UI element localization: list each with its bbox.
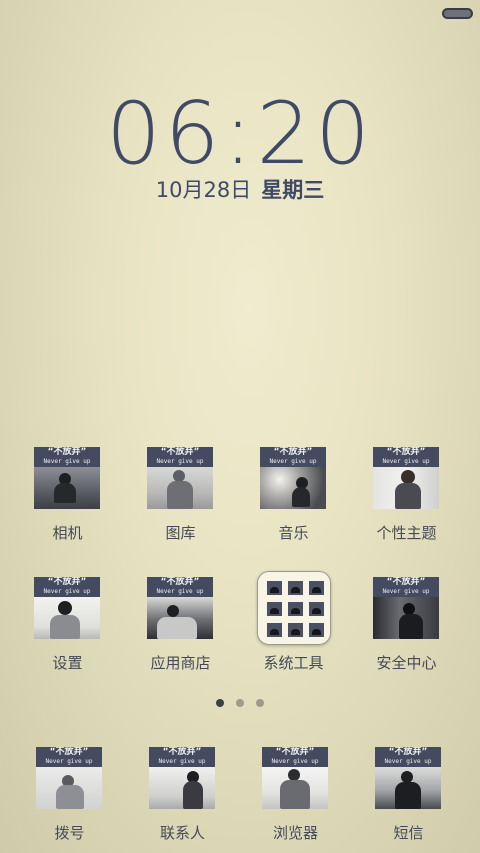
gallery-app-icon: “不放弃” Never give up [147,447,213,509]
app-label: 短信 [393,824,424,842]
app-label: 应用商店 [150,654,211,672]
app-label: 图库 [165,524,196,542]
banner-title: “不放弃” [386,577,426,587]
app-label: 联系人 [159,824,205,842]
camera-app-icon: “不放弃” Never give up [34,447,100,509]
date-row: 10月28日 星期三 [0,176,480,204]
dock-messages[interactable]: “不放弃” Never give up 短信 [352,747,465,853]
app-camera[interactable]: “不放弃” Never give up 相机 [11,447,124,557]
contacts-app-icon: “不放弃” Never give up [149,747,215,809]
app-label: 设置 [52,654,83,672]
banner-subtitle: Never give up [43,588,91,595]
banner-title: “不放弃” [160,447,200,457]
banner-subtitle: Never give up [271,758,319,765]
banner-subtitle: Never give up [158,758,206,765]
banner-title: “不放弃” [160,577,200,587]
app-label: 个性主题 [376,524,437,542]
app-gallery[interactable]: “不放弃” Never give up 图库 [124,447,237,557]
page-indicator [0,699,480,709]
settings-app-icon: “不放弃” Never give up [34,577,100,639]
app-themes[interactable]: “不放弃” Never give up 个性主题 [350,447,463,557]
app-store-icon: “不放弃” Never give up [147,577,213,639]
themes-app-icon: “不放弃” Never give up [373,447,439,509]
app-store[interactable]: “不放弃” Never give up 应用商店 [124,577,237,687]
app-system-tools[interactable]: 系统工具 [237,571,350,687]
page-dot[interactable] [216,699,224,707]
browser-app-icon: “不放弃” Never give up [262,747,328,809]
messages-app-icon: “不放弃” Never give up [375,747,441,809]
banner-title: “不放弃” [386,447,426,457]
banner-subtitle: Never give up [156,588,204,595]
banner-subtitle: Never give up [269,458,317,465]
system-tools-folder-icon [257,571,331,645]
banner-title: “不放弃” [47,447,87,457]
weekday-text: 星期三 [261,178,325,202]
app-security-center[interactable]: “不放弃” Never give up 安全中心 [350,577,463,687]
app-settings[interactable]: “不放弃” Never give up 设置 [11,577,124,687]
dock-contacts[interactable]: “不放弃” Never give up 联系人 [126,747,239,853]
clock-time: 06:20 [106,84,374,184]
page-dot[interactable] [256,699,264,707]
app-music[interactable]: “不放弃” Never give up 音乐 [237,447,350,557]
page-dot[interactable] [236,699,244,707]
status-bar [0,0,480,26]
banner-title: “不放弃” [49,747,89,757]
app-label: 相机 [52,524,83,542]
app-label: 音乐 [278,524,309,542]
app-label: 拨号 [54,824,85,842]
app-label: 安全中心 [376,654,437,672]
banner-title: “不放弃” [388,747,428,757]
phone-app-icon: “不放弃” Never give up [36,747,102,809]
music-app-icon: “不放弃” Never give up [260,447,326,509]
banner-subtitle: Never give up [156,458,204,465]
banner-subtitle: Never give up [382,588,430,595]
banner-subtitle: Never give up [384,758,432,765]
app-label: 浏览器 [272,824,318,842]
banner-title: “不放弃” [275,747,315,757]
dock-dialer[interactable]: “不放弃” Never give up 拨号 [13,747,126,853]
banner-title: “不放弃” [47,577,87,587]
banner-subtitle: Never give up [45,758,93,765]
security-center-app-icon: “不放弃” Never give up [373,577,439,639]
banner-title: “不放弃” [273,447,313,457]
banner-title: “不放弃” [162,747,202,757]
app-label: 系统工具 [263,654,324,672]
banner-subtitle: Never give up [43,458,91,465]
banner-subtitle: Never give up [382,458,430,465]
dock-browser[interactable]: “不放弃” Never give up 浏览器 [239,747,352,853]
battery-icon [442,8,473,19]
date-text: 10月28日 [155,178,252,202]
